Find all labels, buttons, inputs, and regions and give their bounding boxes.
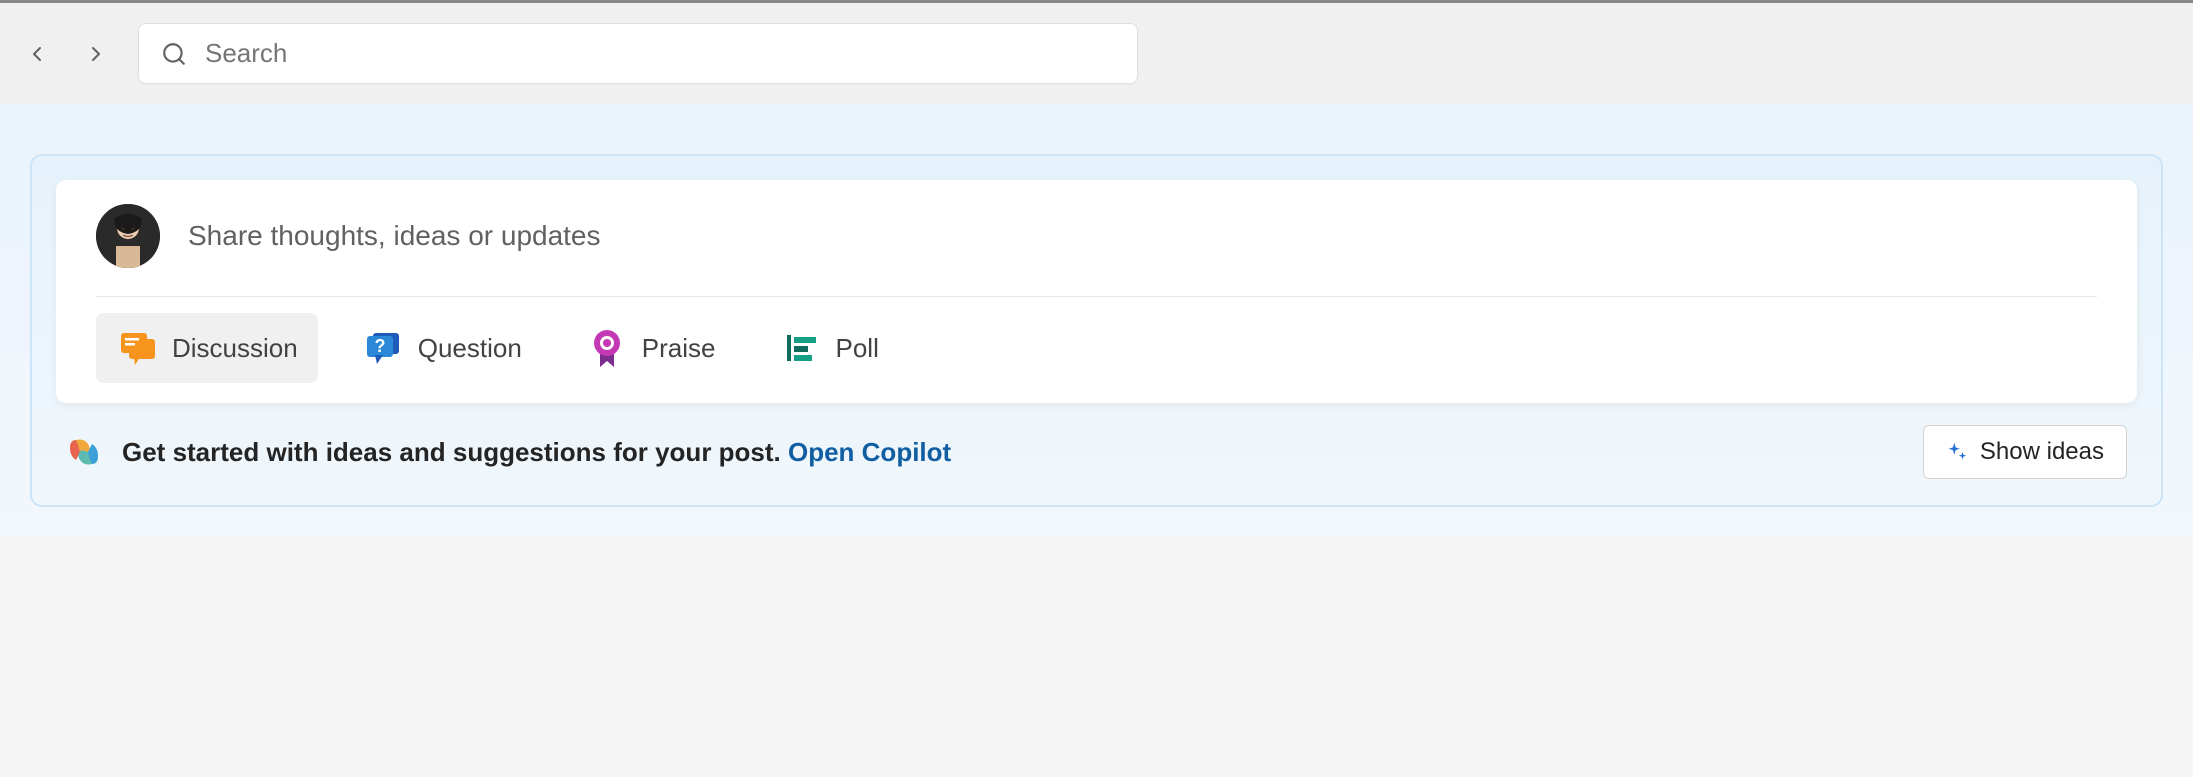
question-icon: ? — [362, 327, 404, 369]
poll-icon — [780, 327, 822, 369]
nav-arrows — [25, 42, 108, 66]
praise-icon — [586, 327, 628, 369]
compose-prompt[interactable]: Share thoughts, ideas or updates — [188, 220, 601, 252]
copilot-icon — [66, 434, 102, 470]
back-button[interactable] — [25, 42, 49, 66]
search-icon — [161, 41, 187, 67]
post-type-label: Question — [418, 333, 522, 364]
compose-wrapper: Share thoughts, ideas or updates Disc — [30, 154, 2163, 507]
post-type-label: Praise — [642, 333, 716, 364]
copilot-hint-text: Get started with ideas and suggestions f… — [122, 437, 788, 467]
content-area: Share thoughts, ideas or updates Disc — [0, 104, 2193, 537]
open-copilot-link[interactable]: Open Copilot — [788, 437, 951, 467]
search-input[interactable] — [205, 38, 1115, 69]
copilot-text: Get started with ideas and suggestions f… — [122, 437, 951, 468]
post-type-discussion[interactable]: Discussion — [96, 313, 318, 383]
show-ideas-button[interactable]: Show ideas — [1923, 425, 2127, 479]
post-type-label: Poll — [836, 333, 879, 364]
post-type-label: Discussion — [172, 333, 298, 364]
svg-text:?: ? — [374, 336, 385, 356]
show-ideas-label: Show ideas — [1980, 438, 2104, 466]
copilot-hint: Get started with ideas and suggestions f… — [66, 434, 951, 470]
user-avatar[interactable] — [96, 204, 160, 268]
top-toolbar — [0, 0, 2193, 104]
post-type-tabs: Discussion ? Question — [96, 297, 2097, 383]
post-type-question[interactable]: ? Question — [342, 313, 542, 383]
compose-card: Share thoughts, ideas or updates Disc — [56, 180, 2137, 403]
search-box[interactable] — [138, 23, 1138, 84]
forward-button[interactable] — [84, 42, 108, 66]
post-type-praise[interactable]: Praise — [566, 313, 736, 383]
post-type-poll[interactable]: Poll — [760, 313, 899, 383]
sparkle-icon — [1946, 441, 1968, 463]
discussion-icon — [116, 327, 158, 369]
compose-header: Share thoughts, ideas or updates — [96, 204, 2097, 297]
copilot-bar: Get started with ideas and suggestions f… — [56, 403, 2137, 481]
